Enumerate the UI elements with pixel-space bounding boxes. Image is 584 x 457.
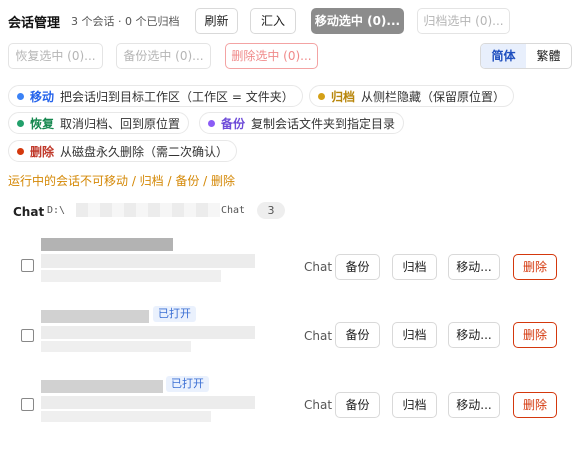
- redacted-session-title: [41, 380, 163, 393]
- archive-selected-button[interactable]: 归档选中 (0)...: [417, 8, 510, 34]
- lang-simplified-button[interactable]: 简体: [481, 44, 526, 68]
- language-toggle: 简体 繁體: [480, 43, 572, 69]
- move-selected-button[interactable]: 移动选中 (0)...: [311, 8, 404, 34]
- page-title: 会话管理: [8, 16, 61, 31]
- redacted-session-detail: [41, 326, 255, 339]
- legend-archive: 归档 从侧栏隐藏（保留原位置）: [309, 85, 515, 107]
- session-type: Chat: [304, 260, 333, 274]
- blue-dot-icon: [17, 92, 24, 100]
- legend-move: 移动 把会话归到目标工作区（工作区 = 文件夹）: [8, 85, 303, 107]
- refresh-button[interactable]: 刷新: [195, 8, 238, 34]
- session-type: Chat: [304, 329, 333, 343]
- delete-button[interactable]: 删除: [513, 392, 557, 418]
- table-row: Chat 备份 归档 移动... 删除: [0, 232, 584, 302]
- red-dot-icon: [17, 147, 24, 155]
- purple-dot-icon: [208, 119, 215, 127]
- backup-button[interactable]: 备份: [335, 392, 380, 418]
- delete-button[interactable]: 删除: [513, 254, 557, 280]
- redacted-session-title: [41, 238, 173, 251]
- legend-restore: 恢复 取消归档、回到原位置: [8, 112, 190, 134]
- green-dot-icon: [17, 119, 24, 127]
- session-stats: 3 个会话 · 0 个已归档: [71, 15, 180, 28]
- legend-backup: 备份 复制会话文件夹到指定目录: [199, 112, 405, 134]
- backup-button[interactable]: 备份: [335, 254, 380, 280]
- legend-delete: 删除 从磁盘永久删除（需二次确认）: [8, 140, 238, 162]
- backup-button[interactable]: 备份: [335, 322, 380, 348]
- session-type: Chat: [304, 398, 333, 412]
- lang-traditional-button[interactable]: 繁體: [526, 44, 571, 68]
- move-button[interactable]: 移动...: [448, 254, 500, 280]
- move-button[interactable]: 移动...: [448, 392, 500, 418]
- import-button[interactable]: 汇入: [250, 8, 296, 34]
- redacted-session-detail: [41, 270, 221, 282]
- row-checkbox[interactable]: [21, 398, 34, 411]
- redacted-path: [76, 203, 220, 217]
- delete-button[interactable]: 删除: [513, 322, 557, 348]
- archive-button[interactable]: 归档: [392, 254, 437, 280]
- opened-badge: 已打开: [153, 306, 196, 322]
- group-path: D:\ Chat: [47, 205, 246, 216]
- opened-badge: 已打开: [166, 376, 209, 392]
- redacted-session-detail: [41, 254, 255, 268]
- redacted-session-detail: [41, 341, 191, 352]
- table-row: 已打开 Chat 备份 归档 移动... 删除: [0, 372, 584, 442]
- row-checkbox[interactable]: [21, 259, 34, 272]
- redacted-session-detail: [41, 396, 255, 409]
- running-warning: 运行中的会话不可移动 / 归档 / 备份 / 删除: [8, 174, 236, 188]
- redacted-session-title: [41, 310, 149, 323]
- row-checkbox[interactable]: [21, 329, 34, 342]
- yellow-dot-icon: [318, 92, 325, 100]
- archive-button[interactable]: 归档: [392, 392, 437, 418]
- table-row: 已打开 Chat 备份 归档 移动... 删除: [0, 302, 584, 372]
- archive-button[interactable]: 归档: [392, 322, 437, 348]
- move-button[interactable]: 移动...: [448, 322, 500, 348]
- group-count-badge: 3: [257, 202, 285, 219]
- group-title: Chat: [13, 205, 45, 219]
- backup-selected-button[interactable]: 备份选中 (0)...: [116, 43, 211, 69]
- delete-selected-button[interactable]: 删除选中 (0)...: [225, 43, 318, 69]
- redacted-session-detail: [41, 411, 211, 422]
- restore-selected-button[interactable]: 恢复选中 (0)...: [8, 43, 103, 69]
